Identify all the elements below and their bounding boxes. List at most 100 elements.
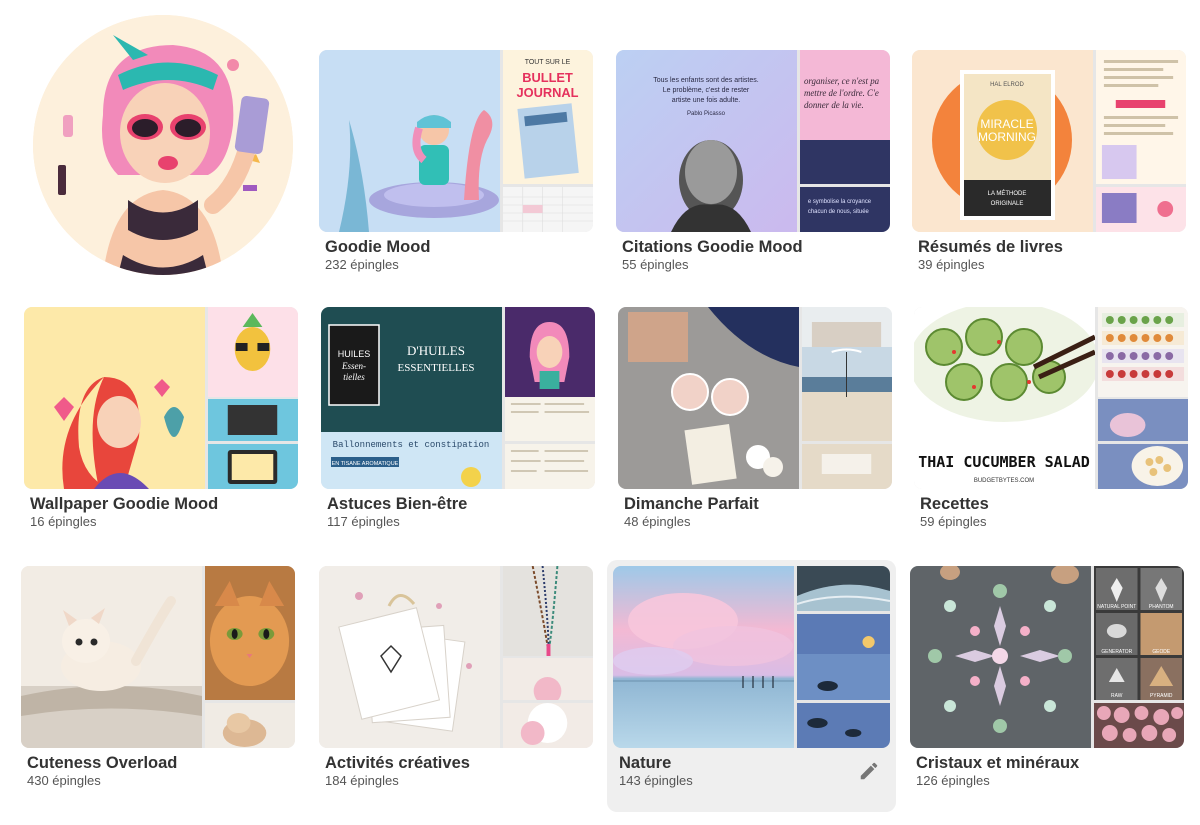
board-title[interactable]: Wallpaper Goodie Mood [30,495,218,514]
cover-image-top-right: TOUT SUR LE BULLET JOURNAL [503,50,593,184]
board-cover[interactable]: Tous les enfants sont des artistes. Le p… [616,50,890,232]
crystal-label: PYRAMID [1150,693,1173,699]
svg-text:donner de la vie.: donner de la vie. [804,100,864,110]
cover-image-bottom-right [503,187,593,232]
board-card-goodie-mood[interactable]: TOUT SUR LE BULLET JOURNAL Goodie Mood 2… [313,44,599,290]
svg-text:Tous les enfants sont des arti: Tous les enfants sont des artistes. [653,77,758,84]
board-cover[interactable] [21,566,295,748]
board-title[interactable]: Astuces Bien-être [327,495,467,514]
board-card-recettes[interactable]: THAI CUCUMBER SALAD BUDGETBYTES.COM Rece… [908,301,1194,547]
cover-image-top-right [208,307,298,441]
cover-image-top-right [1096,50,1186,184]
board-title[interactable]: Goodie Mood [325,238,430,257]
board-card-astuces[interactable]: HUILES Essen- tielles D'HUILES ESSENTIEL… [315,301,601,547]
board-card-cuteness[interactable]: Cuteness Overload 430 épingles [15,560,301,806]
cover-image-top-right [503,566,593,700]
svg-text:ESSENTIELLES: ESSENTIELLES [398,362,475,374]
board-title[interactable]: Recettes [920,495,989,514]
board-card-dimanche[interactable]: Dimanche Parfait 48 épingles [612,301,898,547]
svg-text:tielles: tielles [343,372,365,382]
board-cover[interactable] [613,566,890,748]
pencil-icon[interactable] [858,760,880,782]
board-pin-count: 184 épingles [325,773,399,788]
cover-image-top-right [205,566,295,700]
board-title[interactable]: Nature [619,754,671,773]
cover-image-top-right: organiser, ce n'est pa mettre de l'ordre… [800,50,890,184]
svg-text:D'HUILES: D'HUILES [407,343,465,358]
cover-image-main [618,307,799,489]
cover-image-bottom-right [1098,444,1188,489]
svg-text:mettre de l'ordre. C'e: mettre de l'ordre. C'e [804,88,879,98]
cover-image-top-right: NATURAL POINT PHANTOM GENERATOR GEODE RA… [1094,566,1184,700]
svg-text:Essen-: Essen- [341,361,366,371]
board-title[interactable]: Cuteness Overload [27,754,177,773]
board-title[interactable]: Citations Goodie Mood [622,238,803,257]
crystal-label: RAW [1111,693,1123,699]
crystal-label: GENERATOR [1101,649,1132,655]
quote-author: Pablo Picasso [687,111,726,117]
board-title[interactable]: Cristaux et minéraux [916,754,1079,773]
svg-text:organiser, ce n'est pa: organiser, ce n'est pa [804,76,880,86]
board-cover[interactable]: THAI CUCUMBER SALAD BUDGETBYTES.COM [914,307,1188,489]
board-cover[interactable]: HAL ELROD MIRACLE MORNING LA MÉTHODE ORI… [912,50,1186,232]
board-card-cristaux[interactable]: NATURAL POINT PHANTOM GENERATOR GEODE RA… [904,560,1190,806]
board-cover[interactable] [24,307,298,489]
cover-image-main [613,566,794,748]
cover-heading: Ballonnements et constipation [333,440,490,450]
board-pin-count: 430 épingles [27,773,101,788]
board-title[interactable]: Résumés de livres [918,238,1063,257]
svg-text:ORIGINALE: ORIGINALE [991,201,1024,207]
cover-image-bottom-right [503,703,593,748]
board-cover[interactable] [319,566,593,748]
cover-caption: THAI CUCUMBER SALAD [918,453,1090,471]
cover-image-main [319,50,500,232]
crystal-label: GEODE [1152,649,1171,655]
cover-image-top-right [1098,307,1188,441]
svg-text:HUILES: HUILES [338,349,371,359]
board-title[interactable]: Dimanche Parfait [624,495,759,514]
board-card-citations[interactable]: Tous les enfants sont des artistes. Le p… [610,44,896,290]
board-pin-count: 48 épingles [624,514,691,529]
svg-text:e symbolise la croyance: e symbolise la croyance [808,199,872,205]
cover-image-main [24,307,205,489]
cover-image-top-right [802,307,892,441]
cover-image-top-right [505,307,595,441]
board-title[interactable]: Activités créatives [325,754,470,773]
cover-image-bottom-right [208,444,298,489]
board-cover[interactable]: TOUT SUR LE BULLET JOURNAL [319,50,593,232]
svg-text:Le problème, c'est de rester: Le problème, c'est de rester [663,87,750,94]
cover-image-main [910,566,1091,748]
cover-site: BUDGETBYTES.COM [974,478,1034,484]
cover-image-bottom-right [1094,703,1184,748]
cover-image-bottom-right [1096,187,1186,232]
board-pin-count: 232 épingles [325,257,399,272]
cover-image-bottom-right [205,703,295,748]
board-pin-count: 55 épingles [622,257,689,272]
board-card-activites[interactable]: Activités créatives 184 épingles [313,560,599,806]
board-pin-count: 143 épingles [619,773,693,788]
board-cover[interactable]: NATURAL POINT PHANTOM GENERATOR GEODE RA… [910,566,1184,748]
cover-image-bottom-right [505,444,595,489]
cover-image-main: HUILES Essen- tielles D'HUILES ESSENTIEL… [321,307,502,489]
cover-image-main [21,566,202,748]
svg-text:MORNING: MORNING [978,130,1036,144]
svg-text:LA MÉTHODE: LA MÉTHODE [988,190,1027,197]
cover-image-main: HAL ELROD MIRACLE MORNING LA MÉTHODE ORI… [912,50,1093,232]
board-pin-count: 59 épingles [920,514,987,529]
board-card-wallpaper[interactable]: Wallpaper Goodie Mood 16 épingles [18,301,304,547]
board-cover[interactable]: HUILES Essen- tielles D'HUILES ESSENTIEL… [321,307,595,489]
cover-image-main: Tous les enfants sont des artistes. Le p… [616,50,797,232]
cover-image-main: THAI CUCUMBER SALAD BUDGETBYTES.COM [914,307,1095,489]
crystal-label: NATURAL POINT [1097,604,1136,610]
cover-image-bottom-right [797,703,890,748]
svg-text:BULLET: BULLET [522,70,573,85]
profile-avatar[interactable] [33,15,293,275]
cover-image-bottom-right: e symbolise la croyance chacun de nous, … [800,187,890,232]
svg-text:chacun de nous, située: chacun de nous, située [808,209,870,215]
board-card-nature[interactable]: Nature 143 épingles [607,560,896,812]
board-cover[interactable] [618,307,892,489]
crystal-label: PHANTOM [1149,604,1174,610]
cover-image-bottom-right [802,444,892,489]
svg-text:artiste une fois adulte.: artiste une fois adulte. [672,97,741,104]
board-card-resumes[interactable]: HAL ELROD MIRACLE MORNING LA MÉTHODE ORI… [906,44,1192,290]
